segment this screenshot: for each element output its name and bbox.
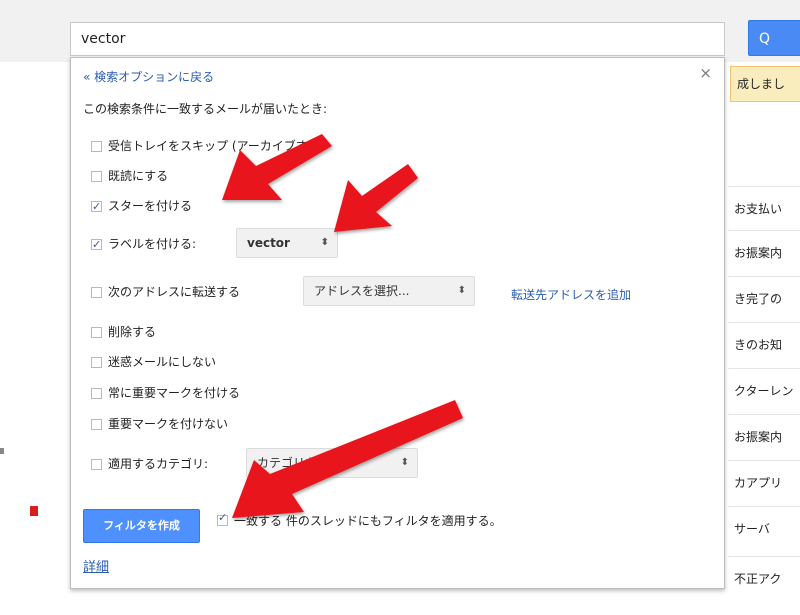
option-never-spam[interactable]: 迷惑メールにしない [91, 352, 216, 372]
address-dropdown[interactable]: アドレスを選択... ⬍ [303, 276, 475, 306]
checkbox[interactable] [91, 286, 102, 298]
checkbox-checked[interactable] [91, 197, 102, 217]
mail-row[interactable]: カアプリ [728, 460, 800, 504]
mail-row[interactable]: サーバ [728, 506, 800, 550]
add-forward-address-link[interactable]: 転送先アドレスを追加 [511, 286, 631, 303]
search-input[interactable]: vector [70, 22, 725, 56]
filter-panel: « 検索オプションに戻る × この検索条件に一致するメールが届いたとき: 受信ト… [70, 57, 725, 589]
create-filter-button[interactable]: フィルタを作成 [83, 509, 200, 543]
dropdown-arrow-icon: ⬍ [400, 457, 409, 468]
option-never-important[interactable]: 重要マークを付けない [91, 414, 228, 434]
scroll-marker [0, 448, 4, 454]
checkbox[interactable] [91, 458, 102, 470]
close-icon[interactable]: × [699, 64, 712, 82]
dropdown-arrow-icon: ⬍ [320, 237, 329, 248]
mail-row[interactable]: クターレン [728, 368, 800, 412]
option-apply-to-matching[interactable]: 一致する 件のスレッドにもフィルタを適用する。 [217, 510, 502, 530]
option-apply-label[interactable]: ラベルを付ける: [91, 234, 196, 255]
option-category[interactable]: 適用するカテゴリ: [91, 454, 208, 474]
mail-row[interactable]: お振案内 [728, 414, 800, 458]
option-skip-inbox[interactable]: 受信トレイをスキップ (アーカイブする) [91, 136, 324, 156]
mail-row[interactable]: お振案内 [728, 230, 800, 274]
checkbox[interactable] [91, 387, 102, 399]
checkbox[interactable] [91, 356, 102, 368]
filter-description: この検索条件に一致するメールが届いたとき: [83, 102, 328, 116]
notification-banner: 成しまし [730, 66, 800, 102]
category-dropdown[interactable]: カテゴリを選択... ⬍ [246, 448, 418, 478]
mail-row[interactable]: き完了の [728, 276, 800, 320]
checkbox-checked[interactable] [91, 235, 102, 255]
label-dropdown[interactable]: vector ⬍ [236, 228, 338, 258]
important-marker-icon [30, 506, 38, 516]
option-forward[interactable]: 次のアドレスに転送する [91, 282, 240, 302]
mail-row[interactable]: きのお知 [728, 322, 800, 366]
details-link[interactable]: 詳細 [83, 556, 109, 575]
back-to-search-options-link[interactable]: « 検索オプションに戻る [83, 68, 214, 85]
checkbox-checked[interactable] [217, 511, 228, 526]
checkbox[interactable] [91, 326, 102, 338]
option-mark-read[interactable]: 既読にする [91, 166, 168, 186]
top-bar: vector Q [0, 0, 800, 62]
dropdown-arrow-icon: ⬍ [457, 285, 466, 296]
checkbox[interactable] [91, 418, 102, 430]
mail-row[interactable]: 不正アク [728, 556, 800, 600]
mail-row[interactable]: お支払い [728, 186, 800, 230]
option-delete[interactable]: 削除する [91, 322, 156, 342]
search-button[interactable]: Q [748, 20, 800, 56]
option-star-it[interactable]: スターを付ける [91, 196, 192, 217]
checkbox[interactable] [91, 140, 102, 152]
option-always-important[interactable]: 常に重要マークを付ける [91, 383, 240, 403]
checkbox[interactable] [91, 170, 102, 182]
